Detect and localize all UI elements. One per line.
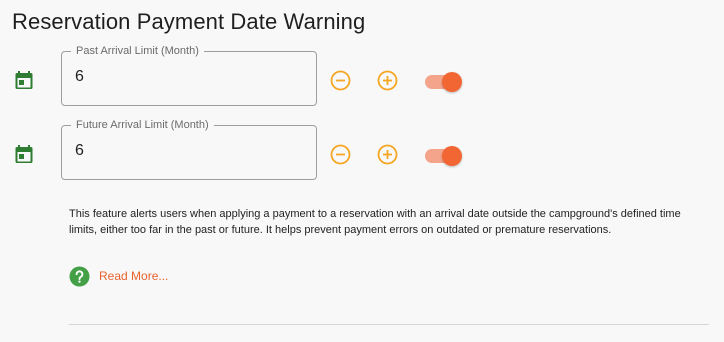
minus-circle-icon [330,144,351,165]
plus-circle-icon [377,70,398,91]
future-arrival-decrement-button[interactable] [330,144,351,165]
read-more-label: Read More... [99,269,169,283]
toggle-thumb [442,72,462,92]
future-arrival-input[interactable] [75,142,295,160]
past-arrival-input[interactable] [75,68,295,86]
calendar-icon [15,145,33,163]
past-arrival-increment-button[interactable] [377,70,398,91]
feature-description: This feature alerts users when applying … [69,208,681,236]
plus-circle-icon [377,144,398,165]
section-divider [69,324,709,325]
past-arrival-row: Past Arrival Limit (Month) [0,44,724,107]
past-arrival-toggle[interactable] [424,69,464,93]
future-arrival-row: Future Arrival Limit (Month) [0,118,724,181]
section-title: Reservation Payment Date Warning [12,9,366,34]
read-more-link[interactable]: Read More... [69,265,168,287]
future-arrival-increment-button[interactable] [377,144,398,165]
help-circle-icon [69,266,90,286]
past-arrival-label: Past Arrival Limit (Month) [71,44,204,58]
minus-circle-icon [330,70,351,91]
calendar-icon [15,71,33,89]
future-arrival-toggle[interactable] [424,143,464,167]
past-arrival-decrement-button[interactable] [330,70,351,91]
future-arrival-field: Future Arrival Limit (Month) [61,118,317,180]
future-arrival-label: Future Arrival Limit (Month) [71,118,214,132]
toggle-thumb [442,146,462,166]
past-arrival-field: Past Arrival Limit (Month) [61,44,317,106]
